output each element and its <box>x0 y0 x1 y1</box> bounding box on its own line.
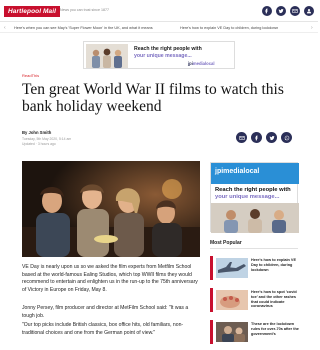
most-popular-headline[interactable]: Here's how to spot 'covid toe' and the o… <box>251 290 303 309</box>
accent-bar <box>210 288 213 312</box>
site-tagline: News you can trust since 1877 <box>60 8 109 12</box>
site-header: Hartlepool Mail News you can trust since… <box>0 0 318 22</box>
most-popular-headline[interactable]: Here's how to explain VE Day to children… <box>251 258 303 272</box>
advert-brand: jpimedialocal <box>215 168 260 175</box>
ticker-item[interactable]: Here's when you can see May's 'Super Flo… <box>14 26 153 30</box>
published-date: Tuesday, 5th May 2020, 5:14 am <box>22 137 72 141</box>
ticker-item[interactable]: Here's how to explain VE Day to children… <box>180 26 278 30</box>
facebook-icon[interactable] <box>262 6 272 16</box>
most-popular-title: Most Popular <box>210 240 242 246</box>
advert-headline: Reach the right people with <box>134 46 202 52</box>
most-popular-item[interactable]: These are the lockdown rules for over-70… <box>210 320 300 350</box>
article-byline[interactable]: By John Smith <box>22 130 51 135</box>
most-popular-thumbnail[interactable] <box>216 258 248 278</box>
most-popular-thumbnail[interactable] <box>216 322 248 342</box>
article-paragraph: "Our top picks include British classics,… <box>22 322 184 336</box>
email-icon[interactable] <box>290 6 300 16</box>
article-paragraph: Jonny Persey, film producer and director… <box>22 305 189 319</box>
site-logo[interactable]: Hartlepool Mail <box>4 6 61 17</box>
twitter-icon[interactable] <box>276 6 286 16</box>
advert-image <box>86 44 128 68</box>
advert-banner[interactable]: Reach the right people with your unique … <box>83 41 235 69</box>
divider <box>210 248 298 249</box>
most-popular-thumbnail[interactable] <box>216 290 248 310</box>
updated-date: Updated · 3 hours ago <box>22 141 56 146</box>
chevron-left-icon[interactable]: ‹ <box>4 25 6 31</box>
article-hero-image[interactable] <box>22 161 200 257</box>
share-whatsapp-icon[interactable] <box>281 132 292 143</box>
advert-subheadline: your unique message... <box>134 53 192 59</box>
article-headline: Ten great World War II films to watch th… <box>22 81 284 115</box>
side-advert[interactable]: jpimedialocal Reach the right people wit… <box>210 162 299 233</box>
accent-bar <box>210 256 213 280</box>
most-popular-item[interactable]: Here's how to explain VE Day to children… <box>210 256 300 286</box>
chevron-right-icon[interactable]: › <box>311 25 313 31</box>
advert-brand: jpimedialocal <box>188 61 215 66</box>
share-facebook-icon[interactable] <box>251 132 262 143</box>
section-label[interactable]: ReadThis <box>22 73 39 78</box>
article-paragraph: VE Day is nearly upon us so we asked the… <box>22 264 198 293</box>
advert-headline: Reach the right people with <box>215 187 291 193</box>
user-icon[interactable] <box>304 6 314 16</box>
news-ticker: ‹ Here's when you can see May's 'Super F… <box>0 23 318 33</box>
share-email-icon[interactable] <box>236 132 247 143</box>
article-dateline: Tuesday, 5th May 2020, 5:14 am Updated ·… <box>22 137 71 146</box>
advert-brand-band: jpimedialocal <box>211 163 299 184</box>
advert-image <box>211 203 299 233</box>
accent-bar <box>210 320 213 344</box>
advert-brand-part: medialocal <box>192 61 215 66</box>
share-twitter-icon[interactable] <box>266 132 277 143</box>
most-popular-headline[interactable]: These are the lockdown rules for over-70… <box>251 322 303 336</box>
most-popular-item[interactable]: Here's how to spot 'covid toe' and the o… <box>210 288 300 318</box>
advert-subheadline: your unique message... <box>215 194 280 200</box>
